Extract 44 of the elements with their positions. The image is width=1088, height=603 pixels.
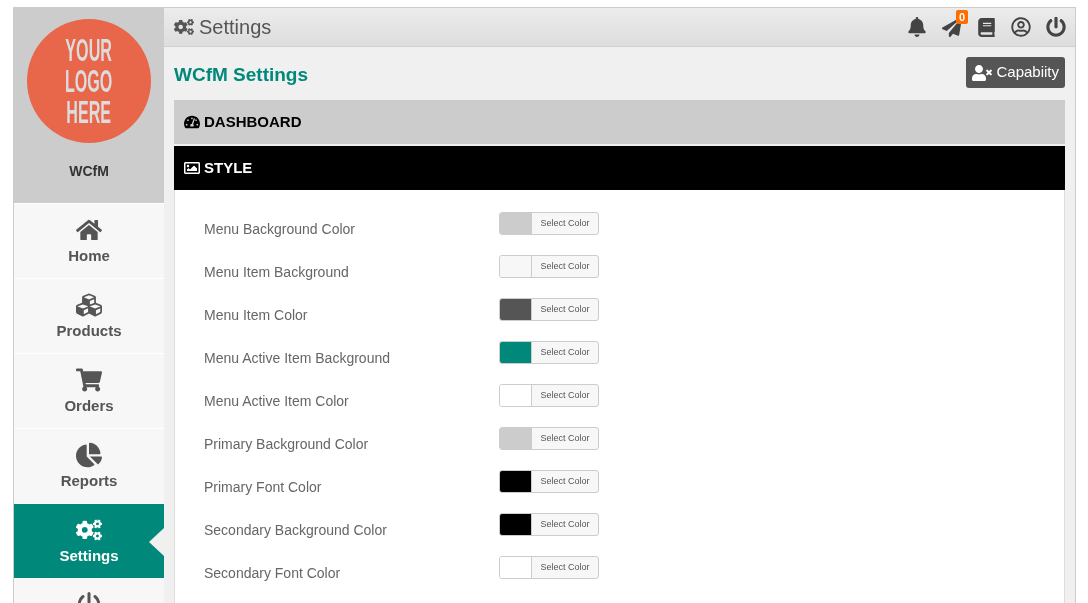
bell-icon[interactable]: [907, 17, 927, 37]
color-picker-button[interactable]: Select Color: [499, 427, 599, 450]
color-picker-button[interactable]: Select Color: [499, 556, 599, 579]
sidebar-item[interactable]: Reports: [14, 428, 164, 503]
sidebar-item[interactable]: Home: [14, 203, 164, 278]
setting-label: Menu Item Background: [204, 264, 350, 281]
color-picker-button[interactable]: Select Color: [499, 298, 599, 321]
book-icon[interactable]: [977, 17, 996, 37]
page-title: Settings: [199, 15, 272, 40]
color-picker-button[interactable]: Select Color: [499, 341, 599, 364]
setting-label: Secondary Font Color: [204, 565, 342, 582]
color-picker-button[interactable]: Select Color: [499, 255, 599, 278]
pie-chart-icon: [76, 442, 102, 468]
user-x-icon: [972, 64, 993, 81]
cart-icon: [76, 367, 102, 393]
color-picker-button[interactable]: Select Color: [499, 470, 599, 493]
section-header[interactable]: DASHBOARD: [174, 100, 1065, 144]
sidebar-item[interactable]: Orders: [14, 353, 164, 428]
setting-label: Menu Item Color: [204, 307, 309, 324]
setting-label: Menu Active Item Background: [204, 350, 391, 367]
power-icon: [76, 592, 102, 603]
color-picker-button[interactable]: Select Color: [499, 384, 599, 407]
setting-label: Primary Font Color: [204, 479, 323, 496]
brand-name: WCfM: [69, 162, 109, 181]
gauge-icon: [184, 114, 200, 130]
sidebar-item[interactable]: Products: [14, 278, 164, 353]
cubes-icon: [76, 292, 102, 318]
image-icon: [184, 160, 200, 176]
color-picker-button[interactable]: Select Color: [499, 212, 599, 235]
notification-count-badge: 0: [956, 10, 968, 24]
logo-text: YOUR LOGO HERE: [65, 34, 113, 128]
color-picker-button[interactable]: Select Color: [499, 513, 599, 536]
sidebar-item[interactable]: Settings: [14, 503, 164, 578]
section-header[interactable]: STYLE: [174, 146, 1065, 190]
setting-label: Primary Background Color: [204, 436, 370, 453]
capability-button[interactable]: Capabiity: [966, 57, 1065, 88]
gears-icon: [174, 17, 194, 37]
setting-label: Secondary Background Color: [204, 522, 388, 539]
home-icon: [76, 217, 102, 243]
setting-label: Menu Active Item Color: [204, 393, 350, 410]
setting-label: Menu Background Color: [204, 221, 356, 238]
gears-icon: [76, 517, 102, 543]
power-icon[interactable]: [1046, 17, 1066, 37]
settings-heading: WCfM Settings: [174, 63, 309, 88]
